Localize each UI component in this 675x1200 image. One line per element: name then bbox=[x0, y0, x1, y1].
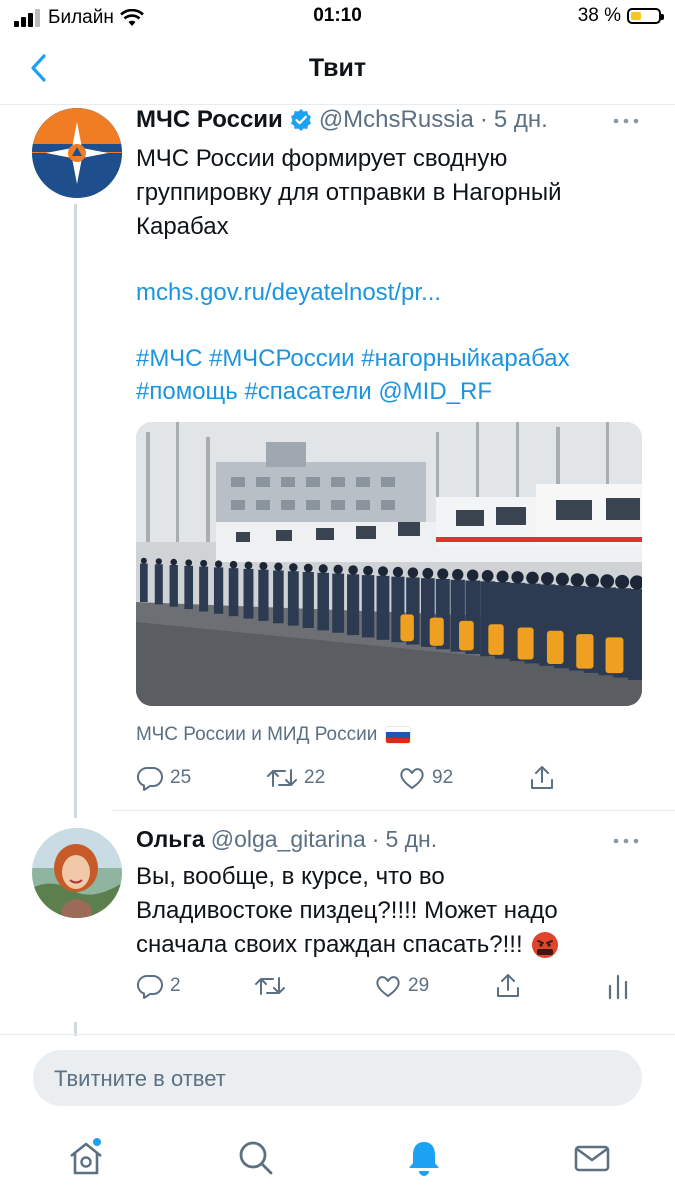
thread-line bbox=[74, 204, 77, 818]
battery-icon bbox=[627, 8, 664, 24]
reply-composer-placeholder: Твитните в ответ bbox=[54, 1066, 226, 1091]
retweet-icon bbox=[267, 769, 297, 787]
more-icon[interactable] bbox=[612, 114, 640, 128]
russian-flag-icon bbox=[385, 726, 412, 744]
share-icon[interactable] bbox=[494, 972, 522, 1000]
tweet-link[interactable]: mchs.gov.ru/deyatelnost/pr... bbox=[136, 276, 441, 310]
composer-divider bbox=[0, 1034, 675, 1035]
photo-caption[interactable]: МЧС России и МИД России bbox=[136, 724, 412, 746]
verified-badge-icon bbox=[290, 109, 311, 131]
author-avatar[interactable] bbox=[32, 108, 122, 198]
retweet-icon[interactable] bbox=[254, 972, 286, 1000]
reply-text: Вы, вообще, в курсе, что во Владивостоке… bbox=[136, 860, 559, 962]
separator-dot: · bbox=[371, 826, 380, 852]
author-handle[interactable]: @MchsRussia bbox=[319, 106, 474, 134]
battery-fill bbox=[631, 12, 641, 20]
like-button[interactable]: 92 bbox=[398, 764, 453, 792]
tweet-text-line: МЧС России формирует сводную bbox=[136, 145, 508, 172]
tweet-hashtags-line1[interactable]: #МЧС #МЧСРоссии #нагорныйкарабах bbox=[136, 342, 570, 376]
tweet-text: МЧС России формирует сводную группировку… bbox=[136, 142, 562, 244]
photo-rescuers-lineup bbox=[136, 422, 642, 706]
reply-count: 25 bbox=[170, 767, 192, 788]
like-count: 92 bbox=[432, 767, 454, 788]
reply-author-name[interactable]: Ольга bbox=[136, 826, 205, 853]
reply-like-count: 29 bbox=[408, 975, 430, 996]
tweet-text-line: группировку для отправки в Нагорный bbox=[136, 179, 562, 206]
status-bar-right: 38 % bbox=[577, 5, 664, 27]
search-icon[interactable] bbox=[236, 1138, 276, 1178]
home-icon[interactable] bbox=[66, 1138, 106, 1178]
tweet-divider bbox=[112, 810, 675, 811]
header-divider bbox=[0, 104, 675, 105]
reply-age[interactable]: 5 дн. bbox=[385, 826, 437, 853]
like-icon bbox=[376, 976, 400, 997]
battery-percent: 38 % bbox=[577, 5, 621, 26]
user-avatar-icon bbox=[32, 828, 122, 918]
author-name[interactable]: МЧС России bbox=[136, 106, 283, 134]
reply-author-avatar[interactable] bbox=[32, 828, 122, 918]
separator-dot: · bbox=[479, 106, 488, 133]
reply-reply-button[interactable]: 2 bbox=[136, 972, 181, 1000]
share-icon[interactable] bbox=[528, 764, 556, 792]
more-icon[interactable] bbox=[612, 834, 640, 848]
reply-header: Ольга @olga_gitarina · 5 дн. bbox=[136, 826, 437, 853]
like-icon bbox=[400, 768, 424, 789]
retweet-count: 22 bbox=[304, 767, 326, 788]
page-title: Твит bbox=[308, 54, 367, 82]
tweet-photo[interactable] bbox=[136, 422, 642, 706]
tweet-header: МЧС России @MchsRussia · 5 дн. bbox=[136, 106, 548, 134]
retweet-button[interactable]: 22 bbox=[266, 764, 325, 792]
reply-text-line: сначала своих граждан спасать?!!! bbox=[136, 931, 523, 958]
photo-caption-text: МЧС России и МИД России bbox=[136, 724, 378, 745]
reply-button[interactable]: 25 bbox=[136, 764, 191, 792]
emercom-logo-icon bbox=[32, 108, 122, 198]
notifications-icon[interactable] bbox=[404, 1138, 444, 1178]
reply-like-button[interactable]: 29 bbox=[374, 972, 429, 1000]
tweet-text-line: Карабах bbox=[136, 213, 229, 240]
reply-text-line: Вы, вообще, в курсе, что во bbox=[136, 863, 445, 890]
tweet-age[interactable]: 5 дн. bbox=[494, 106, 548, 134]
messages-icon[interactable] bbox=[572, 1138, 612, 1178]
reply-icon bbox=[136, 766, 163, 791]
angry-face-emoji-icon bbox=[531, 932, 558, 958]
reply-reply-count: 2 bbox=[170, 975, 181, 996]
reply-author-handle[interactable]: @olga_gitarina bbox=[211, 826, 366, 853]
status-time: 01:10 bbox=[313, 5, 362, 26]
reply-icon bbox=[136, 974, 163, 999]
reply-text-last-row: сначала своих граждан спасать?!!! bbox=[136, 928, 559, 962]
tweet-hashtags-line2[interactable]: #помощь #спасатели @MID_RF bbox=[136, 375, 492, 409]
reply-text-line: Владивостоке пиздец?!!!! Может надо bbox=[136, 897, 558, 924]
analytics-icon[interactable] bbox=[606, 972, 630, 1000]
